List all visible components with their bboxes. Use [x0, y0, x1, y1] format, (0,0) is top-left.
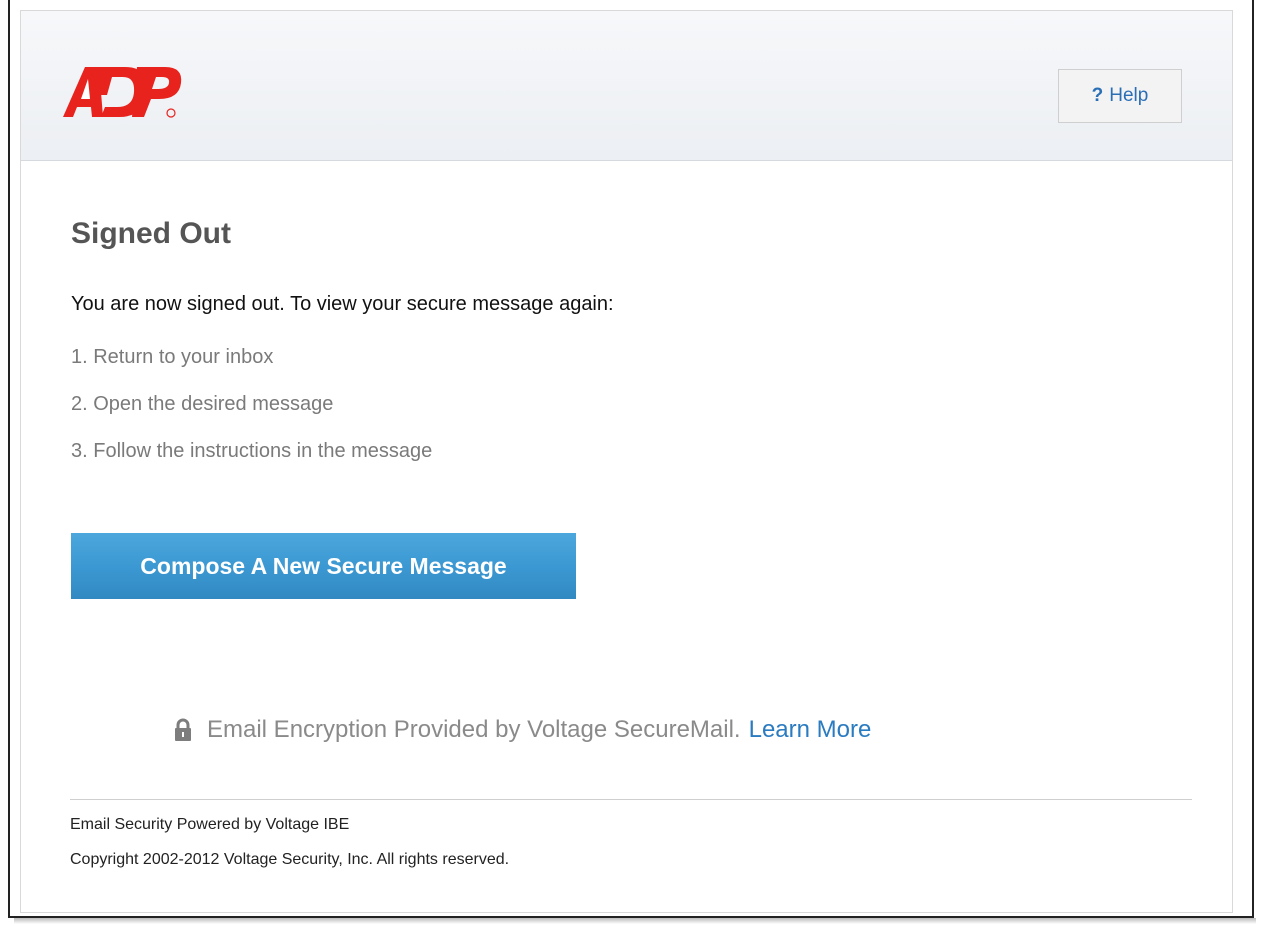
steps-list: 1. Return to your inbox 2. Open the desi…	[71, 345, 432, 486]
page-card: ? Help Signed Out You are now signed out…	[20, 10, 1233, 913]
header-bar: ? Help	[21, 11, 1232, 161]
step-item: 1. Return to your inbox	[71, 346, 274, 368]
intro-text: You are now signed out. To view your sec…	[71, 293, 614, 315]
help-icon: ?	[1091, 85, 1104, 106]
help-label: Help	[1109, 85, 1149, 106]
compose-message-button[interactable]: Compose A New Secure Message	[71, 533, 576, 599]
footer-divider	[70, 799, 1192, 800]
window-shadow	[14, 918, 1256, 924]
help-button[interactable]: ? Help	[1058, 69, 1182, 123]
footer-copyright: Copyright 2002-2012 Voltage Security, In…	[70, 851, 510, 868]
page-title: Signed Out	[71, 217, 231, 250]
step-item: 2. Open the desired message	[71, 393, 334, 415]
adp-logo	[63, 67, 182, 118]
learn-more-link[interactable]: Learn More	[749, 716, 872, 744]
footer-powered-by: Email Security Powered by Voltage IBE	[70, 816, 350, 833]
lock-icon	[175, 718, 191, 741]
step-item: 3. Follow the instructions in the messag…	[71, 440, 433, 462]
encryption-notice: Email Encryption Provided by Voltage Sec…	[173, 716, 871, 744]
encryption-text: Email Encryption Provided by Voltage Sec…	[207, 716, 741, 743]
